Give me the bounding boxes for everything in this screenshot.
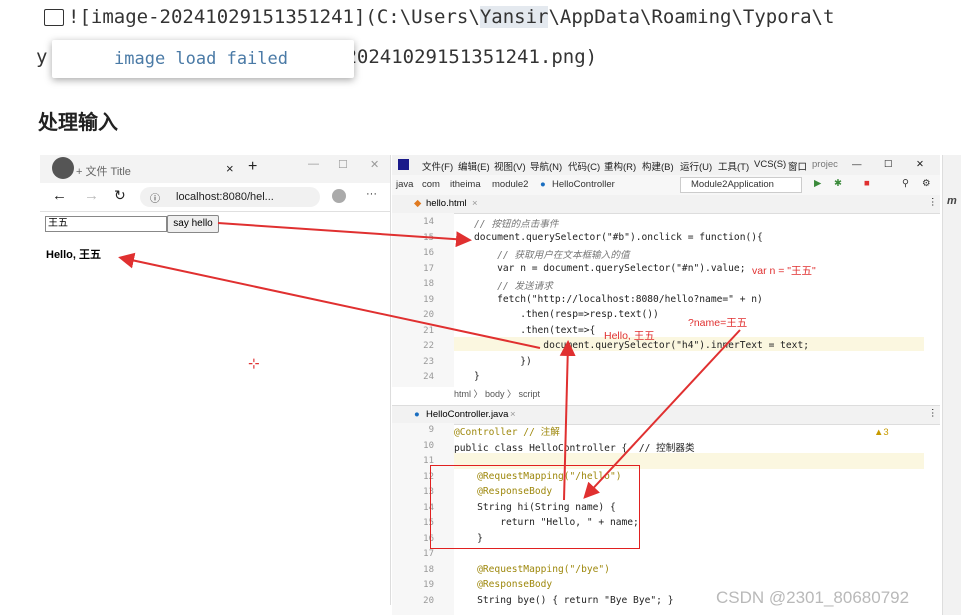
watermark: CSDN @2301_80680792 <box>716 588 910 607</box>
arrow-innertext-to-output <box>118 252 541 349</box>
arrow-overlay <box>118 222 741 501</box>
arrow-query-to-name <box>583 329 741 499</box>
arrow-button-to-onclick <box>217 222 472 248</box>
arrow-return-to-text <box>559 340 576 501</box>
